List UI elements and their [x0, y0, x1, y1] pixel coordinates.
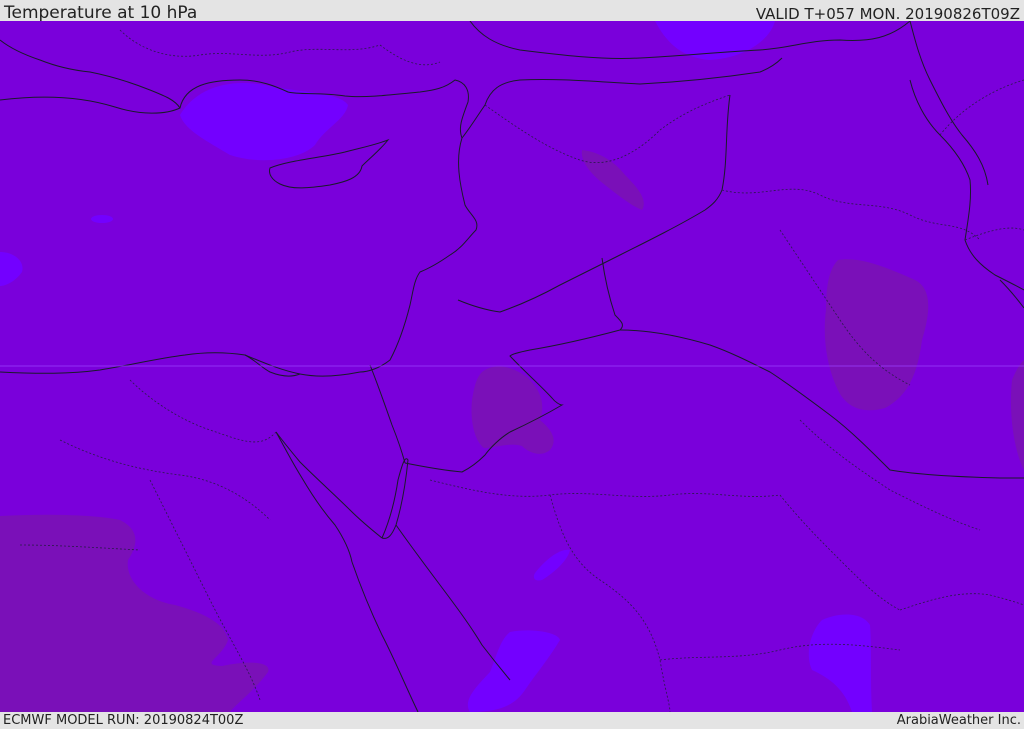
footer-bar: ECMWF MODEL RUN: 20190824T00Z ArabiaWeat… — [0, 712, 1024, 729]
header-bar: Temperature at 10 hPa VALID T+057 MON. 2… — [0, 0, 1024, 23]
model-run-label: ECMWF MODEL RUN: 20190824T00Z — [3, 713, 244, 728]
cool-patch-small — [91, 215, 113, 223]
temperature-map[interactable] — [0, 21, 1024, 712]
credit-label: ArabiaWeather Inc. — [896, 713, 1021, 728]
map-title: Temperature at 10 hPa — [4, 3, 198, 23]
